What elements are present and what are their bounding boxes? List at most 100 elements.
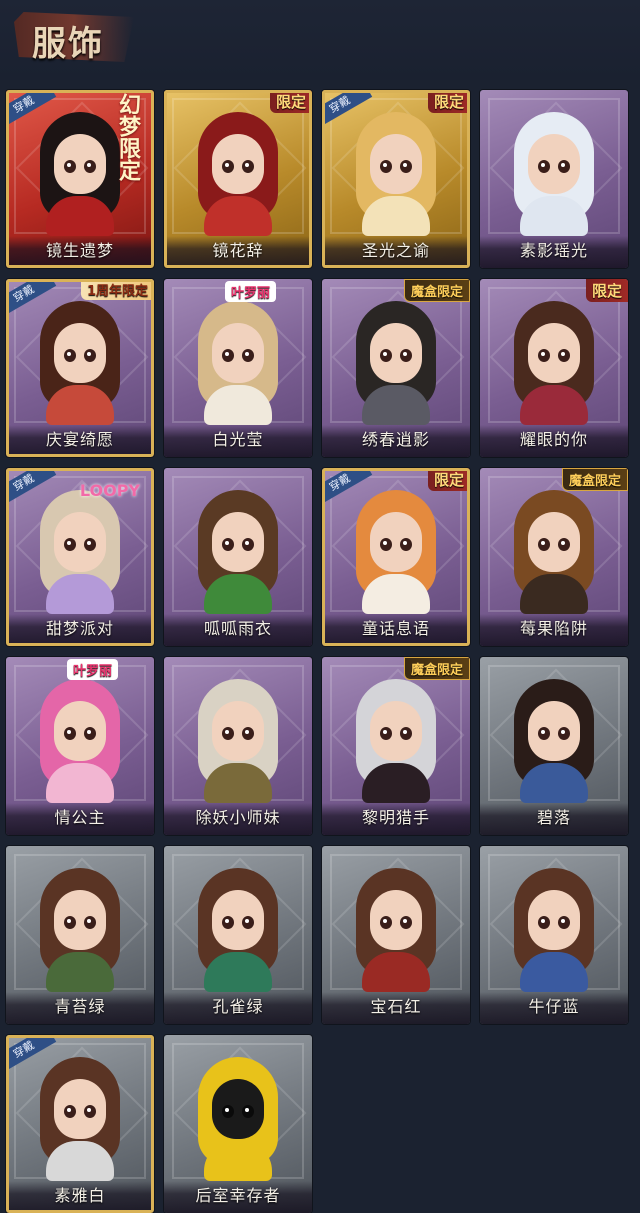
portrait-eye bbox=[380, 916, 392, 929]
portrait-eye bbox=[222, 1105, 234, 1118]
portrait-eye bbox=[222, 160, 234, 173]
character-portrait bbox=[192, 1057, 284, 1181]
portrait-eye bbox=[558, 538, 570, 551]
portrait-eye bbox=[242, 1105, 254, 1118]
portrait-eye bbox=[380, 160, 392, 173]
header: 服饰 bbox=[0, 0, 640, 80]
portrait-face bbox=[212, 1079, 264, 1139]
costume-name: 孔雀绿 bbox=[212, 997, 264, 1016]
costume-name: 碧落 bbox=[536, 808, 571, 827]
portrait-face bbox=[212, 701, 264, 761]
portrait-face bbox=[528, 890, 580, 950]
costume-name: 素雅白 bbox=[54, 1186, 106, 1205]
limited-tag: 1周年限定 bbox=[80, 279, 154, 300]
character-portrait bbox=[350, 490, 442, 614]
costume-card[interactable]: 白光莹 叶罗丽 bbox=[164, 279, 312, 457]
costume-card[interactable]: 牛仔蓝 bbox=[480, 846, 628, 1024]
costume-card[interactable]: 镜花辞 限定 bbox=[164, 90, 312, 268]
portrait-eye bbox=[84, 1105, 96, 1118]
costume-card[interactable]: 情公主 叶罗丽 bbox=[6, 657, 154, 835]
limited-tag: 魔盒限定 bbox=[561, 468, 628, 491]
portrait-eye bbox=[222, 727, 234, 740]
costume-card[interactable]: 呱呱雨衣 bbox=[164, 468, 312, 646]
portrait-face bbox=[528, 701, 580, 761]
costume-card[interactable]: 圣光之谕 限定 穿戴 bbox=[322, 90, 470, 268]
portrait-eye bbox=[400, 538, 412, 551]
portrait-eye bbox=[84, 538, 96, 551]
costume-name: 庆宴绮愿 bbox=[45, 430, 114, 449]
character-portrait bbox=[508, 112, 600, 236]
limited-tag: 幻梦限定 bbox=[115, 93, 141, 181]
costume-card[interactable]: 后室幸存者 bbox=[164, 1035, 312, 1213]
costume-name: 素影瑶光 bbox=[519, 241, 588, 260]
portrait-eye bbox=[64, 349, 76, 362]
character-portrait bbox=[192, 301, 284, 425]
portrait-eye bbox=[380, 349, 392, 362]
costume-card[interactable]: 黎明猎手 魔盒限定 bbox=[322, 657, 470, 835]
costume-name: 呱呱雨衣 bbox=[203, 619, 272, 638]
character-portrait bbox=[508, 679, 600, 803]
portrait-face bbox=[54, 323, 106, 383]
portrait-face bbox=[54, 1079, 106, 1139]
limited-tag: 限定 bbox=[269, 90, 312, 113]
portrait-eye bbox=[222, 538, 234, 551]
portrait-eye bbox=[222, 916, 234, 929]
portrait-eye bbox=[242, 160, 254, 173]
portrait-eye bbox=[64, 160, 76, 173]
costume-card[interactable]: 莓果陷阱 魔盒限定 bbox=[480, 468, 628, 646]
costume-name: 镜花辞 bbox=[212, 241, 264, 260]
character-portrait bbox=[34, 1057, 126, 1181]
character-portrait bbox=[508, 868, 600, 992]
portrait-face bbox=[528, 323, 580, 383]
costume-card[interactable]: 碧落 bbox=[480, 657, 628, 835]
costume-name: 牛仔蓝 bbox=[528, 997, 580, 1016]
portrait-eye bbox=[400, 916, 412, 929]
character-portrait bbox=[350, 301, 442, 425]
portrait-eye bbox=[538, 160, 550, 173]
limited-tag: 限定 bbox=[585, 279, 628, 302]
costume-card[interactable]: 孔雀绿 bbox=[164, 846, 312, 1024]
costume-card[interactable]: 童话息语 限定 穿戴 bbox=[322, 468, 470, 646]
portrait-eye bbox=[242, 916, 254, 929]
character-portrait bbox=[192, 679, 284, 803]
limited-tag: 魔盒限定 bbox=[403, 279, 470, 302]
costume-card[interactable]: 青苔绿 bbox=[6, 846, 154, 1024]
portrait-face bbox=[212, 890, 264, 950]
costume-card[interactable]: 素雅白 穿戴 bbox=[6, 1035, 154, 1213]
portrait-eye bbox=[242, 538, 254, 551]
portrait-eye bbox=[400, 160, 412, 173]
costume-card[interactable]: 甜梦派对 LOOPY 穿戴 bbox=[6, 468, 154, 646]
character-portrait bbox=[34, 679, 126, 803]
page-title: 服饰 bbox=[32, 24, 104, 64]
character-portrait bbox=[350, 868, 442, 992]
costume-name: 后室幸存者 bbox=[195, 1186, 281, 1205]
costume-card[interactable]: 镜生遗梦 幻梦限定 穿戴 bbox=[6, 90, 154, 268]
portrait-eye bbox=[400, 727, 412, 740]
costume-card[interactable]: 宝石红 bbox=[322, 846, 470, 1024]
character-portrait bbox=[34, 301, 126, 425]
portrait-face bbox=[212, 134, 264, 194]
portrait-eye bbox=[64, 1105, 76, 1118]
limited-tag: 限定 bbox=[427, 468, 470, 491]
portrait-eye bbox=[400, 349, 412, 362]
costume-card[interactable]: 庆宴绮愿 1周年限定 穿戴 bbox=[6, 279, 154, 457]
portrait-face bbox=[370, 890, 422, 950]
costume-name: 青苔绿 bbox=[54, 997, 106, 1016]
portrait-face bbox=[370, 512, 422, 572]
costume-name: 童话息语 bbox=[361, 619, 430, 638]
costume-card[interactable]: 素影瑶光 bbox=[480, 90, 628, 268]
costume-card[interactable]: 耀眼的你 限定 bbox=[480, 279, 628, 457]
portrait-eye bbox=[84, 727, 96, 740]
costume-name: 耀眼的你 bbox=[519, 430, 588, 449]
costume-card[interactable]: 除妖小师妹 bbox=[164, 657, 312, 835]
limited-tag: 限定 bbox=[427, 90, 470, 113]
costume-card[interactable]: 绣春逍影 魔盒限定 bbox=[322, 279, 470, 457]
portrait-eye bbox=[538, 916, 550, 929]
costume-name: 宝石红 bbox=[370, 997, 422, 1016]
costume-name: 除妖小师妹 bbox=[195, 808, 281, 827]
portrait-eye bbox=[242, 349, 254, 362]
portrait-face bbox=[54, 134, 106, 194]
portrait-face bbox=[370, 701, 422, 761]
portrait-face bbox=[212, 323, 264, 383]
costume-name: 圣光之谕 bbox=[361, 241, 430, 260]
